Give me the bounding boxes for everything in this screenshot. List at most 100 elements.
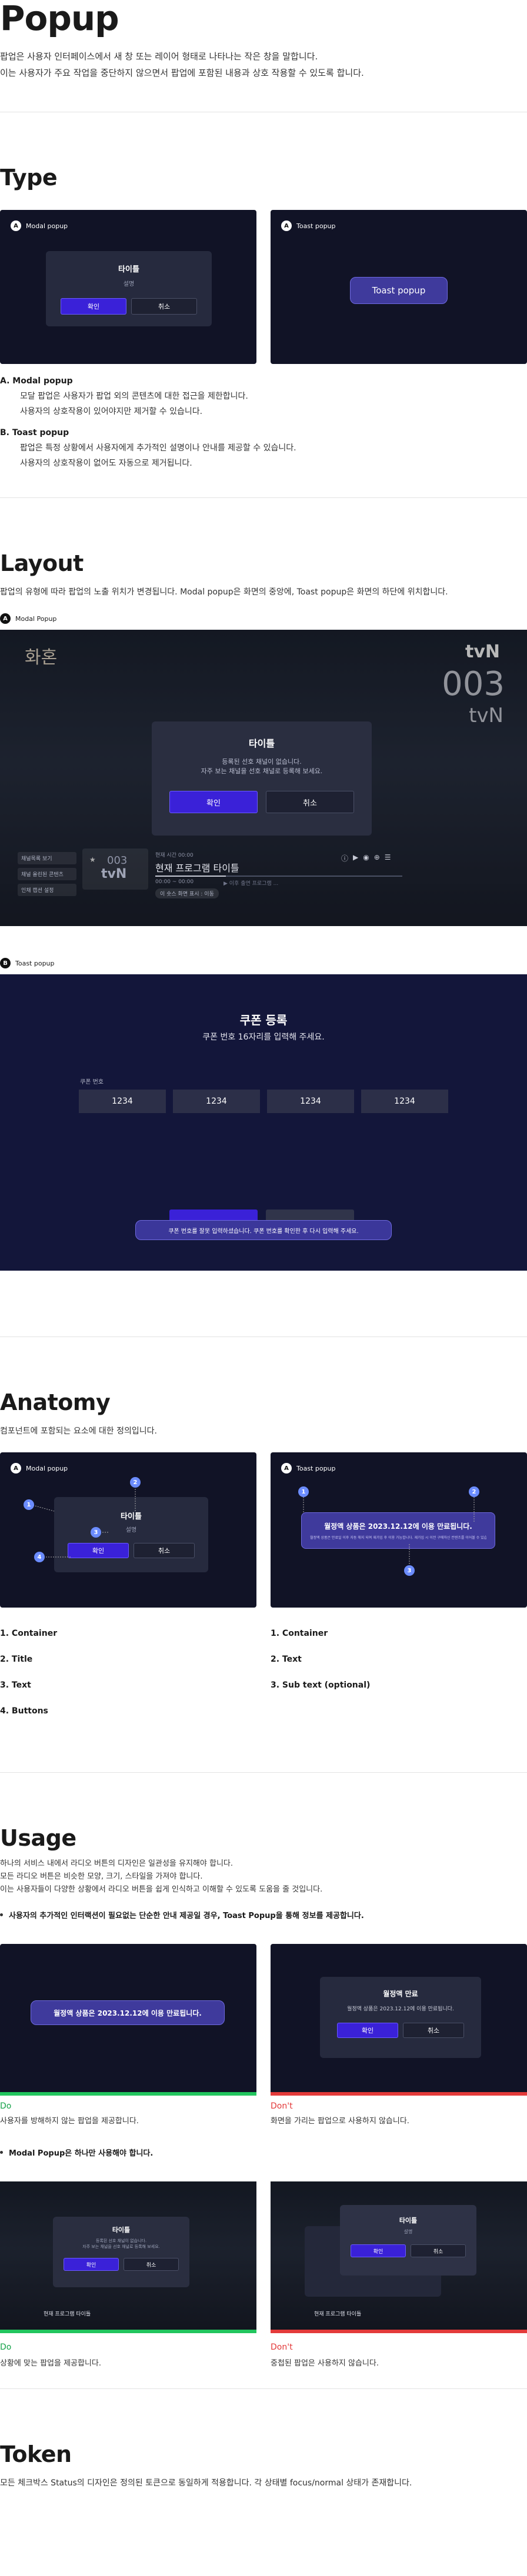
bar-channel-brand: tvN <box>101 867 127 881</box>
def-b-line2: 사용자의 상호작용이 없어도 자동으로 제거됩니다. <box>20 459 192 468</box>
coupon-field[interactable]: 1234 <box>267 1090 354 1113</box>
menu-icon[interactable]: ☰ <box>385 853 391 863</box>
modal-title: 타이틀 <box>399 2217 418 2224</box>
part-item: 4. Buttons <box>0 1706 48 1716</box>
modal-text-1: 등록된 선호 채널이 없습니다. <box>95 2238 147 2243</box>
modal-popup: 타이틀 설명 확인 취소 <box>46 251 212 326</box>
toast-popup: Toast popup <box>350 277 448 304</box>
def-b-line1: 팝업은 특정 상황에서 사용자에게 추가적인 설명이나 안내를 제공할 수 있습… <box>20 443 296 453</box>
marker-3: 3 <box>404 1565 415 1576</box>
usage-do-card: 월정액 상품은 2023.12.12에 이용 만료됩니다. <box>0 1944 256 2096</box>
do-caption: 사용자를 방해하지 않는 팝업을 제공합니다. <box>0 2117 139 2126</box>
usage-desc-1: 하나의 서비스 내에서 라디오 버튼의 디자인은 일관성을 유지해야 합니다. <box>0 1859 233 1868</box>
badge-a: A <box>0 613 11 624</box>
dont-caption: 중첩된 팝업은 사용하지 않습니다. <box>271 2359 379 2368</box>
ok-button[interactable]: 확인 <box>64 2258 119 2271</box>
marker-1: 1 <box>298 1486 309 1497</box>
tv-channel-box: 003 tvN ★ <box>82 848 148 890</box>
anatomy-title: Anatomy <box>0 1389 111 1415</box>
coupon-field-label: 쿠폰 번호 <box>80 1079 104 1085</box>
progress-fill <box>155 876 226 877</box>
marker-2: 2 <box>469 1486 479 1497</box>
modal-text: 월정액 상품은 2023.12.12에 이용 만료됩니다. <box>347 2006 454 2012</box>
intro-desc-2: 이는 사용자가 주요 작업을 중단하지 않으면서 팝업에 포함된 내용과 상호 … <box>0 68 364 78</box>
side-item[interactable]: 채널 올린된 콘텐츠 <box>18 868 76 880</box>
card-label: Toast popup <box>296 222 336 230</box>
coupon-field[interactable]: 1234 <box>361 1090 448 1113</box>
bullet-text: 사용자의 추가적인 인터랙션이 필요없는 단순한 안내 제공일 경우, Toas… <box>9 1912 364 1920</box>
def-a-line1: 모달 팝업은 사용자가 팝업 외의 콘텐츠에 대한 접근을 제한합니다. <box>20 392 248 401</box>
layout-section: Layout 팝업의 유형에 따라 팝업의 노출 위치가 변경됩니다. Moda… <box>0 498 527 1337</box>
layout-toast-label: Toast popup <box>15 959 55 967</box>
modal-title: 타이틀 <box>248 738 275 749</box>
marker-4: 4 <box>34 1552 45 1562</box>
ok-button[interactable]: 확인 <box>337 2023 398 2038</box>
modal-text-1: 등록된 선호 채널이 없습니다. <box>222 758 302 766</box>
page-title: Popup <box>0 0 119 38</box>
cancel-button[interactable]: 취소 <box>403 2023 464 2038</box>
ok-button[interactable]: 확인 <box>61 298 126 315</box>
bar-time: 00:00 ~ 00:00 <box>155 879 194 885</box>
coupon-field[interactable]: 1234 <box>79 1090 166 1113</box>
ok-button[interactable]: 확인 <box>169 791 258 813</box>
do-caption: 상황에 맞는 팝업을 제공합니다. <box>0 2359 102 2368</box>
bar-program: 현재 프로그램 타이틀 <box>44 2311 91 2317</box>
play-icon[interactable]: ▶ <box>353 853 358 863</box>
modal-popup: 월정액 만료 월정액 상품은 2023.12.12에 이용 만료됩니다. 확인 … <box>320 1977 481 2058</box>
intro-desc-1: 팝업은 사용자 인터페이스에서 새 창 또는 레이어 형태로 나타나는 작은 창… <box>0 51 318 62</box>
part-item: 1. Container <box>0 1629 58 1638</box>
coupon-subtitle: 쿠폰 번호 16자리를 입력해 주세요. <box>202 1033 325 1042</box>
side-item[interactable]: 인채 캡션 설정 <box>18 884 76 896</box>
bar-program: 현재 프로그램 타이틀 <box>155 863 239 874</box>
marker-2: 2 <box>130 1477 141 1488</box>
modal-title: 타이틀 <box>118 265 139 274</box>
toast-example-card: A Toast popup Toast popup <box>271 210 527 364</box>
anatomy-desc: 컴포넌트에 포함되는 요소에 대한 정의입니다. <box>0 1426 157 1436</box>
coupon-fields: 1234 1234 1234 1234 <box>79 1090 448 1113</box>
bullet-text: Modal Popup은 하나만 사용해야 합니다. <box>9 2149 154 2158</box>
add-icon[interactable]: ⊕ <box>374 853 380 863</box>
coupon-title: 쿠폰 등록 <box>239 1013 288 1027</box>
badge-a: A <box>281 220 292 231</box>
modal-title: 타이틀 <box>112 2226 131 2234</box>
part-item: 2. Title <box>0 1655 33 1664</box>
cancel-button[interactable]: 취소 <box>266 791 354 813</box>
bar-next: ▶ 이후 출연 프로그램 ... <box>224 881 279 887</box>
modal-desc: 설명 <box>403 2229 413 2234</box>
ok-button[interactable]: 확인 <box>351 2244 406 2257</box>
type-title: Type <box>0 165 58 191</box>
layout-modal-label: Modal Popup <box>15 614 57 623</box>
toast-popup: 월정액 상품은 2023.12.12에 이용 만료됩니다. <box>31 2000 225 2025</box>
tv-modal-popup: 타이틀 등록된 선호 채널이 없습니다. 자주 보는 채널을 선호 채널로 등록… <box>152 721 372 836</box>
anatomy-section: Anatomy 컴포넌트에 포함되는 요소에 대한 정의입니다. A Modal… <box>0 1337 527 1772</box>
card-label: Modal popup <box>26 222 68 230</box>
marker-1: 1 <box>24 1499 34 1510</box>
record-icon[interactable]: ◉ <box>363 853 369 863</box>
modal-title: 월정액 만료 <box>383 1990 418 1998</box>
modal-text-2: 자주 보는 채널을 선호 채널로 등록해 보세요. <box>82 2244 160 2249</box>
intro-section: Popup 팝업은 사용자 인터페이스에서 새 창 또는 레이어 형태로 나타나… <box>0 0 527 112</box>
modal-example-card: A Modal popup 타이틀 설명 확인 취소 <box>0 210 256 364</box>
do-label: Do <box>0 2343 12 2352</box>
cancel-button[interactable]: 취소 <box>411 2244 466 2257</box>
info-icon[interactable]: ⓘ <box>341 853 348 863</box>
token-title: Token <box>0 2441 72 2467</box>
coupon-field[interactable]: 1234 <box>173 1090 260 1113</box>
type-section: Type A Modal popup 타이틀 설명 확인 취소 A Toast … <box>0 112 527 497</box>
anatomy-leader-lines <box>32 1486 136 1558</box>
side-item[interactable]: 채널목록 보기 <box>18 852 76 864</box>
layout-title: Layout <box>0 550 84 576</box>
dont-label: Don't <box>271 2101 293 2111</box>
cancel-button[interactable]: 취소 <box>124 2258 179 2271</box>
type-definitions: A. Modal popup 모달 팝업은 사용자가 팝업 외의 콘텐츠에 대한… <box>0 373 527 471</box>
modal-desc: 설명 <box>123 281 135 288</box>
cancel-button[interactable]: 취소 <box>131 298 197 315</box>
token-section: Token 모든 체크박스 Status의 디자인은 정의된 토큰으로 동일하게… <box>0 2389 527 2507</box>
modal-text-2: 자주 보는 채널을 선호 채널로 등록해 보세요. <box>201 767 323 775</box>
badge-a: A <box>11 220 21 231</box>
usage-bullet-1: 사용자의 추가적인 인터랙션이 필요없는 단순한 안내 제공일 경우, Toas… <box>0 1909 527 1920</box>
usage-do-tv-card: 타이틀 등록된 선호 채널이 없습니다. 자주 보는 채널을 선호 채널로 등록… <box>0 2181 256 2333</box>
modal-parts-list: 1. Container 2. Title 3. Text 4. Buttons <box>0 1629 256 1732</box>
usage-dont-tv-card: 타이틀 설명 확인 취소 현재 프로그램 타이틀 <box>271 2181 527 2333</box>
part-item: 3. Text <box>0 1680 31 1690</box>
